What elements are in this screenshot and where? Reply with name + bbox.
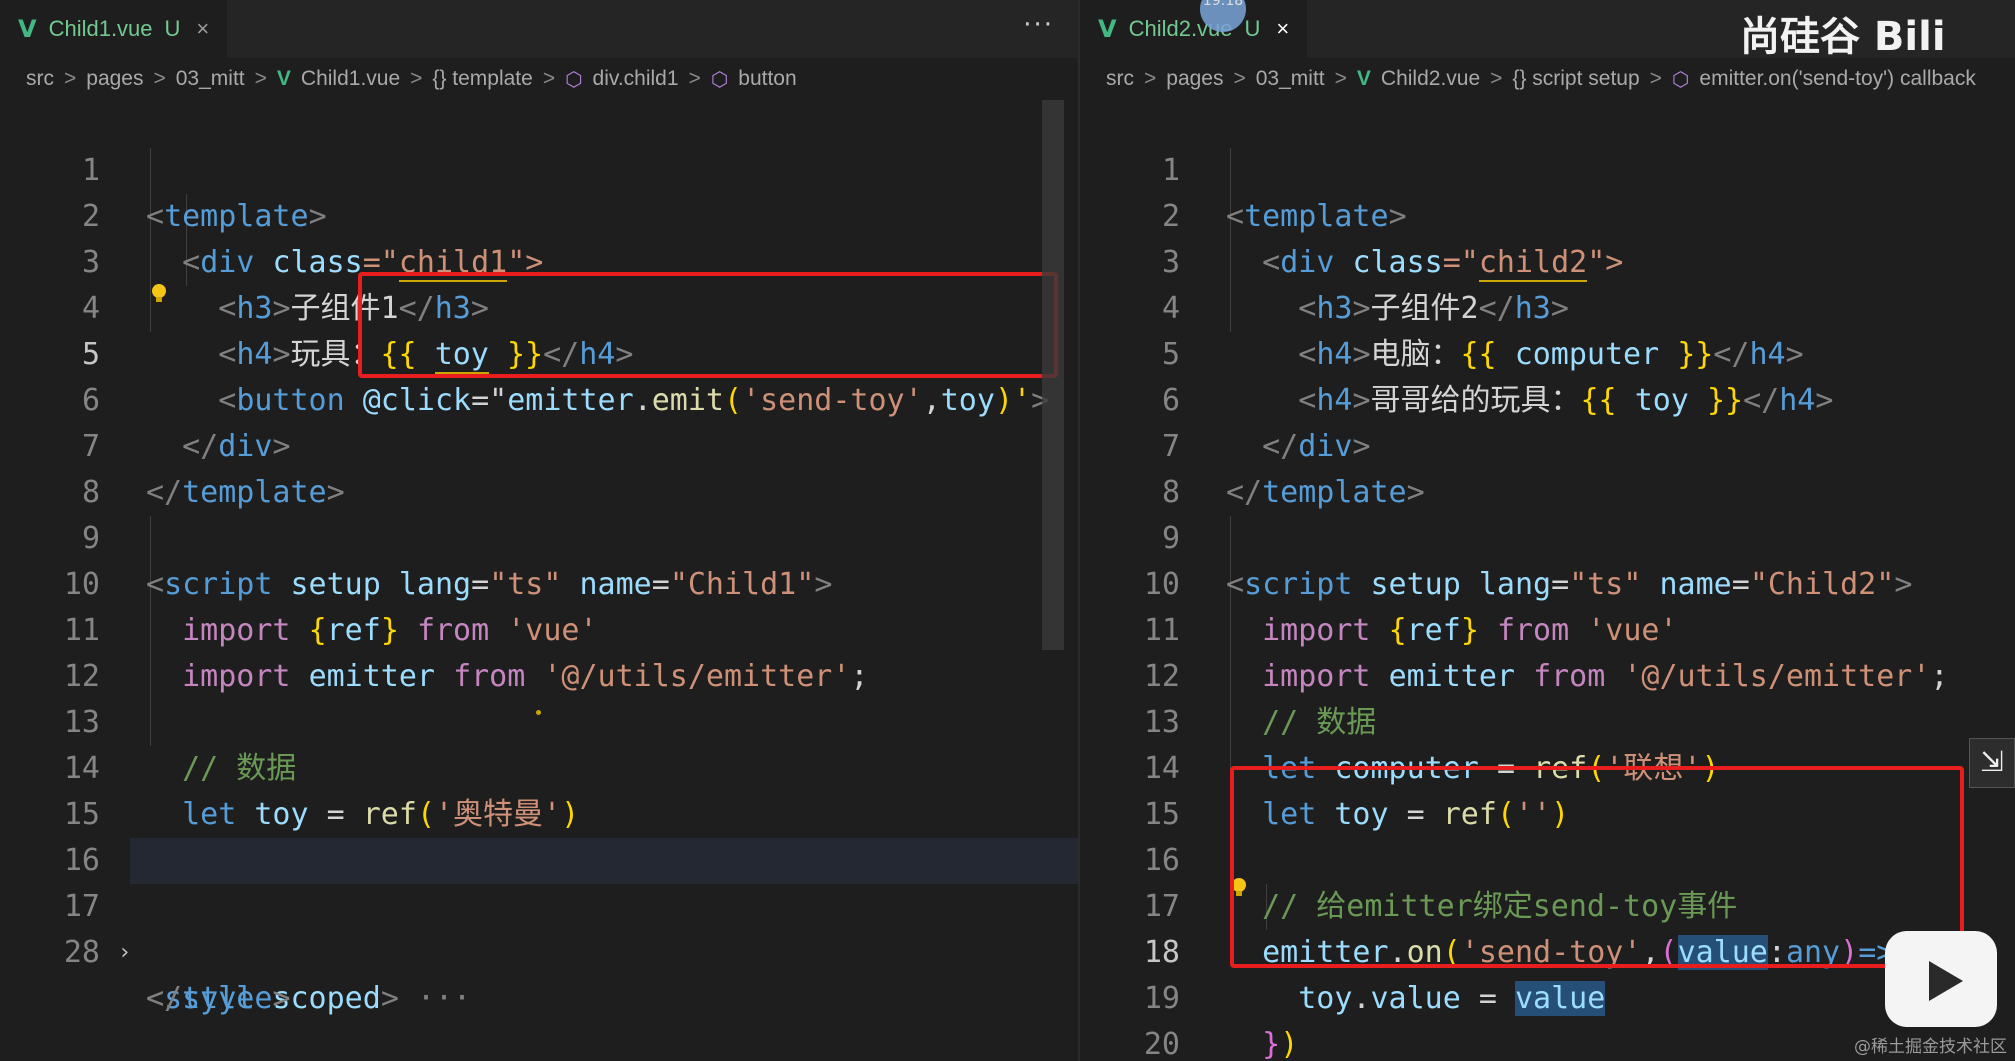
breadcrumb-chevron-icon: > [64, 67, 77, 90]
breadcrumb-item[interactable]: div.child1 [593, 67, 679, 91]
code-line: 15 </script> [0, 746, 1078, 878]
cube-symbol-icon: ⬡ [710, 68, 729, 91]
code-line: 9 <script setup lang="ts" name="Child2"> [1080, 470, 2015, 602]
breadcrumb-item[interactable]: src [1106, 67, 1134, 91]
cube-symbol-icon: ⬡ [565, 68, 583, 91]
tab-close-icon[interactable]: × [1276, 16, 1289, 42]
token: </ [146, 981, 183, 1016]
highlight-box-on [1230, 766, 1964, 968]
code-line: 1 <template> [1080, 102, 2015, 234]
highlight-box-emit [358, 272, 1058, 378]
breadcrumb-item[interactable]: {} template [432, 67, 532, 91]
token: style [182, 981, 273, 1016]
code-line: 3 <h3>子组件1</h3> [0, 194, 1078, 326]
line-number: 28 [63, 935, 100, 970]
breadcrumb-item[interactable]: emitter.on('send-toy') callback [1699, 67, 1975, 91]
cursor-dot [536, 710, 541, 715]
breadcrumb-item[interactable]: pages [1166, 67, 1223, 91]
tab-close-icon[interactable]: × [196, 16, 209, 42]
code-line: 14 let toy = ref('奥特曼') [0, 700, 1078, 832]
code-line: 20 </script> [1080, 976, 2015, 1061]
breadcrumb-item[interactable]: {} script setup [1512, 67, 1639, 91]
tab-child2-vue[interactable]: V Child2.vue U × [1080, 0, 1308, 58]
vertical-scrollbar[interactable] [1042, 100, 1064, 650]
breadcrumb-item[interactable]: pages [86, 67, 143, 91]
breadcrumb-item[interactable]: Child1.vue [301, 67, 400, 91]
tab-untracked-badge: U [164, 16, 181, 41]
breadcrumb-chevron-icon: > [688, 67, 701, 90]
left-editor-pane: V Child1.vue U × ··· src > pages > 03_mi… [0, 0, 1078, 1061]
code-line: 12 // 数据 [1080, 608, 2015, 740]
vue-file-icon: V [276, 67, 291, 90]
code-line: 12 [0, 608, 1078, 694]
picture-in-picture-icon[interactable]: ⇲ [1969, 738, 2015, 788]
code-line: 8 [0, 424, 1078, 510]
vue-file-icon: V [18, 15, 37, 43]
code-line: 16 [0, 792, 1078, 878]
breadcrumb-chevron-icon: > [153, 67, 166, 90]
lightbulb-icon[interactable] [152, 284, 166, 302]
code-line: 6 </div> [1080, 332, 2015, 464]
code-line: 2 <div class="child1"> [0, 148, 1078, 282]
token: > [272, 981, 291, 1016]
breadcrumb-item[interactable]: 03_mitt [1256, 67, 1325, 91]
breadcrumb-chevron-icon: > [254, 67, 267, 90]
breadcrumb-chevron-icon: > [1334, 67, 1347, 90]
vue-file-icon: V [1356, 67, 1371, 90]
breadcrumb-item[interactable]: 03_mitt [176, 67, 245, 91]
code-line: 1 <template> [0, 102, 1078, 234]
fold-chevron-icon[interactable]: › [118, 930, 131, 976]
more-actions-icon[interactable]: ··· [1023, 10, 1054, 40]
breadcrumb-chevron-icon: > [542, 67, 556, 90]
right-editor-pane: V Child2.vue U × 19:18 尚硅谷 Bili src > pa… [1080, 0, 2015, 1061]
breadcrumb-item[interactable]: button [738, 67, 796, 91]
code-line: 8 [1080, 424, 2015, 510]
breadcrumb-chevron-icon: > [1144, 67, 1157, 90]
code-line: 9 <script setup lang="ts" name="Child1"> [0, 470, 1078, 602]
bilibili-watermark: 尚硅谷 Bili [1740, 14, 1946, 60]
right-tab-bar: V Child2.vue U × 19:18 尚硅谷 Bili [1080, 0, 2015, 60]
cube-symbol-icon: ⬡ [1671, 68, 1690, 91]
breadcrumb-item[interactable]: Child2.vue [1381, 67, 1480, 91]
code-line: 13 let computer = ref('联想') [1080, 654, 2015, 786]
code-line: 10 import {ref} from 'vue' [0, 516, 1078, 648]
tab-untracked-badge: U [1244, 16, 1261, 41]
code-line: 11 import emitter from '@/utils/emitter'… [1080, 562, 2015, 694]
code-line: 28 </style> [0, 884, 1078, 1016]
code-line: 17 › <style scoped> ··· [0, 838, 1078, 1016]
code-line: 14 let toy = ref('') [1080, 700, 2015, 832]
code-line: 10 import {ref} from 'vue' [1080, 516, 2015, 648]
tab-child1-vue[interactable]: V Child1.vue U × [0, 0, 228, 58]
breadcrumb-chevron-icon: > [410, 67, 423, 90]
code-line: 7 </template> [0, 378, 1078, 510]
breadcrumb: src > pages > 03_mitt > V Child1.vue > {… [0, 58, 1078, 100]
code-line: 5 <h4>哥哥给的玩具：{{ toy }}</h4> [1080, 286, 2015, 418]
code-line: 4 <h4>电脑：{{ computer }}</h4> [1080, 240, 2015, 372]
left-tab-bar: V Child1.vue U × ··· [0, 0, 1078, 58]
tab-filename: Child1.vue [48, 16, 153, 41]
code-line: 2 <div class="child2"> [1080, 148, 2015, 282]
breadcrumb-chevron-icon: > [1490, 67, 1503, 90]
breadcrumb-item[interactable]: src [26, 67, 54, 91]
code-line: 7 </template> [1080, 378, 2015, 510]
bilibili-play-icon[interactable] [1885, 931, 1997, 1027]
code-line: 13 // 数据 [0, 654, 1078, 786]
token: > [380, 981, 399, 1016]
breadcrumb-chevron-icon: > [1233, 67, 1246, 90]
code-line: 3 <h3>子组件2</h3> [1080, 194, 2015, 326]
breadcrumb: src > pages > 03_mitt > V Child2.vue > {… [1080, 58, 2015, 100]
juejin-watermark: @稀土掘金技术社区 [1854, 1037, 2007, 1057]
breadcrumb-chevron-icon: > [1649, 67, 1662, 90]
vue-file-icon: V [1098, 15, 1117, 43]
folded-ellipsis[interactable]: ··· [417, 981, 471, 1016]
code-line: 11 import emitter from '@/utils/emitter'… [0, 562, 1078, 694]
